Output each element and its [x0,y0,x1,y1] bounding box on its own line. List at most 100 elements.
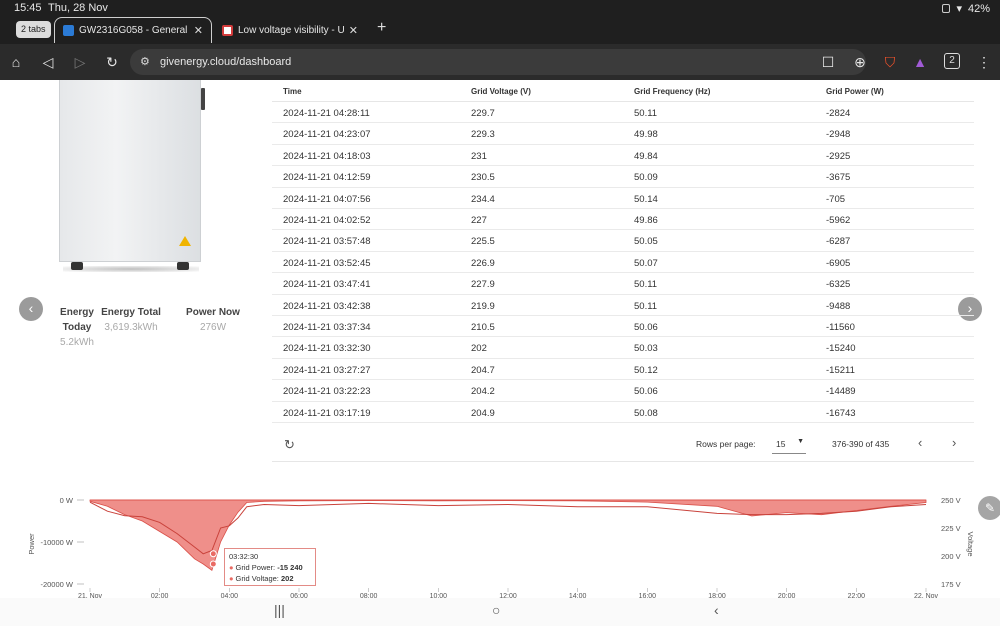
address-bar[interactable]: ⚙ givenergy.cloud/dashboard [130,49,866,75]
tab-ukpn[interactable]: Low voltage visibility - UKPN ✕ [214,17,366,43]
table-row: 2024-11-21 04:18:03 231 49.84 -2925 [272,145,974,167]
table-row: 2024-11-21 04:12:59 230.5 50.09 -3675 [272,166,974,188]
table-cell: 225.5 [471,236,495,248]
table-cell: 230.5 [471,172,495,184]
column-header-power[interactable]: Grid Power (W) [826,87,884,96]
table-row: 2024-11-21 03:42:38 219.9 50.11 -9488 [272,295,974,316]
table-cell: 202 [471,343,487,355]
stat-value: 276W [199,322,227,333]
new-tab-button[interactable]: + [377,19,386,37]
brave-shield-icon[interactable]: ⛉ [880,52,900,72]
reload-icon[interactable]: ↻ [102,52,122,72]
table-cell: 2024-11-21 03:27:27 [283,364,371,376]
table-row: 2024-11-21 04:02:52 227 49.86 -5962 [272,209,974,231]
tab-switcher-button[interactable]: 2 [944,53,960,69]
tab-givenergy[interactable]: GW2316G058 - General | giv ✕ [54,17,212,43]
table-row: 2024-11-21 04:23:07 229.3 49.98 -2948 [272,123,974,145]
stat-label: Power Now [186,307,240,318]
table-cell: 234.4 [471,193,495,205]
table-pagination: ↻ Rows per page: 15 ▼ 376-390 of 435 ‹ › [272,424,974,462]
y-right-tick-label: 200 V [941,552,961,561]
refresh-icon[interactable]: ↻ [284,437,295,453]
rows-per-page-select[interactable]: 15 ▼ [772,434,806,454]
table-cell: 229.7 [471,108,495,119]
menu-icon[interactable]: ⋮ [974,52,994,72]
brave-rewards-icon[interactable]: ▲ [910,52,930,72]
recent-apps-icon[interactable]: ||| [274,602,285,618]
tooltip-voltage-value: 202 [280,574,294,583]
column-header-voltage[interactable]: Grid Voltage (V) [471,87,531,96]
table-row: 2024-11-21 04:07:56 234.4 50.14 -705 [272,188,974,209]
table-cell: -2925 [826,150,851,162]
edit-icon[interactable]: ✎ [978,496,1000,520]
stat-power-now: Power Now 276W [178,305,248,336]
site-settings-icon[interactable]: ⚙ [140,55,150,68]
table-cell: -11560 [826,322,855,333]
status-date: Thu, 28 Nov [48,2,108,14]
tooltip-power-value: -15 240 [277,563,303,572]
table-cell: 50.05 [634,236,658,248]
givenergy-favicon-icon [63,25,74,36]
battery-level: 42% [967,2,990,15]
close-icon[interactable]: ✕ [349,24,358,37]
table-cell: 50.14 [634,193,658,205]
table-cell: -2824 [826,108,851,119]
table-cell: 204.7 [471,364,495,376]
next-page-button[interactable]: › [952,435,956,450]
tab-count-button[interactable]: 2 tabs [16,21,51,38]
table-cell: -3675 [826,172,851,184]
table-cell: 2024-11-21 03:32:30 [283,343,371,355]
table-cell: 2024-11-21 04:28:11 [283,108,370,119]
rows-per-page-label: Rows per page: [696,439,756,449]
table-cell: 50.09 [634,172,658,184]
wifi-icon: ▾ [956,3,962,15]
column-header-frequency[interactable]: Grid Frequency (Hz) [634,87,710,96]
tab-title: Low voltage visibility - UKPN [238,24,345,36]
stat-label: Energy Today [60,307,94,333]
table-cell: 2024-11-21 03:17:19 [283,407,371,419]
table-cell: 49.86 [634,215,658,226]
table-cell: 50.06 [634,322,658,333]
bookmark-icon[interactable]: ☐ [818,52,838,72]
close-icon[interactable]: ✕ [194,24,203,37]
table-row: 2024-11-21 03:57:48 225.5 50.05 -6287 [272,230,974,252]
table-cell: 50.06 [634,386,658,398]
tooltip-voltage-line: ● Grid Voltage: 202 [229,574,294,583]
forward-icon[interactable]: ▷ [70,52,90,72]
y-axis-label-left: Power [27,533,36,555]
table-cell: -9488 [826,300,851,312]
table-cell: 210.5 [471,322,495,333]
tooltip-voltage-marker [209,550,217,558]
carousel-prev-button[interactable]: ‹ [19,297,43,321]
table-cell: 227 [471,215,487,226]
table-cell: 2024-11-21 04:18:03 [283,150,371,162]
power-voltage-chart[interactable]: 0 W -10000 W -20000 W 250 V 225 V 200 V 175 V P… [0,490,1000,598]
home-icon[interactable]: ⌂ [6,52,26,72]
grid-power-area [89,499,927,571]
table-row: 2024-11-21 03:22:23 204.2 50.06 -14489 [272,380,974,402]
back-nav-icon[interactable]: ‹ [714,602,719,618]
prev-page-button[interactable]: ‹ [918,435,922,450]
download-icon[interactable]: ⊕ [850,52,870,72]
tab-strip: 2 tabs GW2316G058 - General | giv ✕ Low … [0,16,1000,44]
table-cell: 50.07 [634,257,658,269]
dashboard-page: ‹ › Energy Today 5.2kWh Energy Total 3,6… [0,80,1000,598]
table-row: 2024-11-21 04:28:11 229.7 50.11 -2824 [272,102,974,124]
table-cell: -2948 [826,129,851,141]
table-cell: 2024-11-21 04:12:59 [283,172,371,184]
stat-energy-today: Energy Today 5.2kWh [52,305,102,351]
table-cell: 49.84 [634,150,658,162]
table-cell: 2024-11-21 04:07:56 [283,193,371,205]
y-left-tick-label: -20000 W [40,580,73,589]
table-cell: -16743 [826,407,856,419]
table-cell: 219.9 [471,300,495,312]
browser-toolbar: ⌂ ◁ ▷ ↻ ⚙ givenergy.cloud/dashboard ☐ ⊕ … [0,44,1000,80]
url-text: givenergy.cloud/dashboard [160,56,292,68]
table-cell: -5962 [826,215,851,226]
data-table: Time Grid Voltage (V) Grid Frequency (Hz… [272,80,974,464]
table-cell: -6325 [826,279,851,291]
back-icon[interactable]: ◁ [38,52,58,72]
home-circle-icon[interactable]: ○ [492,602,500,618]
column-header-time[interactable]: Time [283,87,302,96]
table-cell: 50.11 [634,300,658,312]
